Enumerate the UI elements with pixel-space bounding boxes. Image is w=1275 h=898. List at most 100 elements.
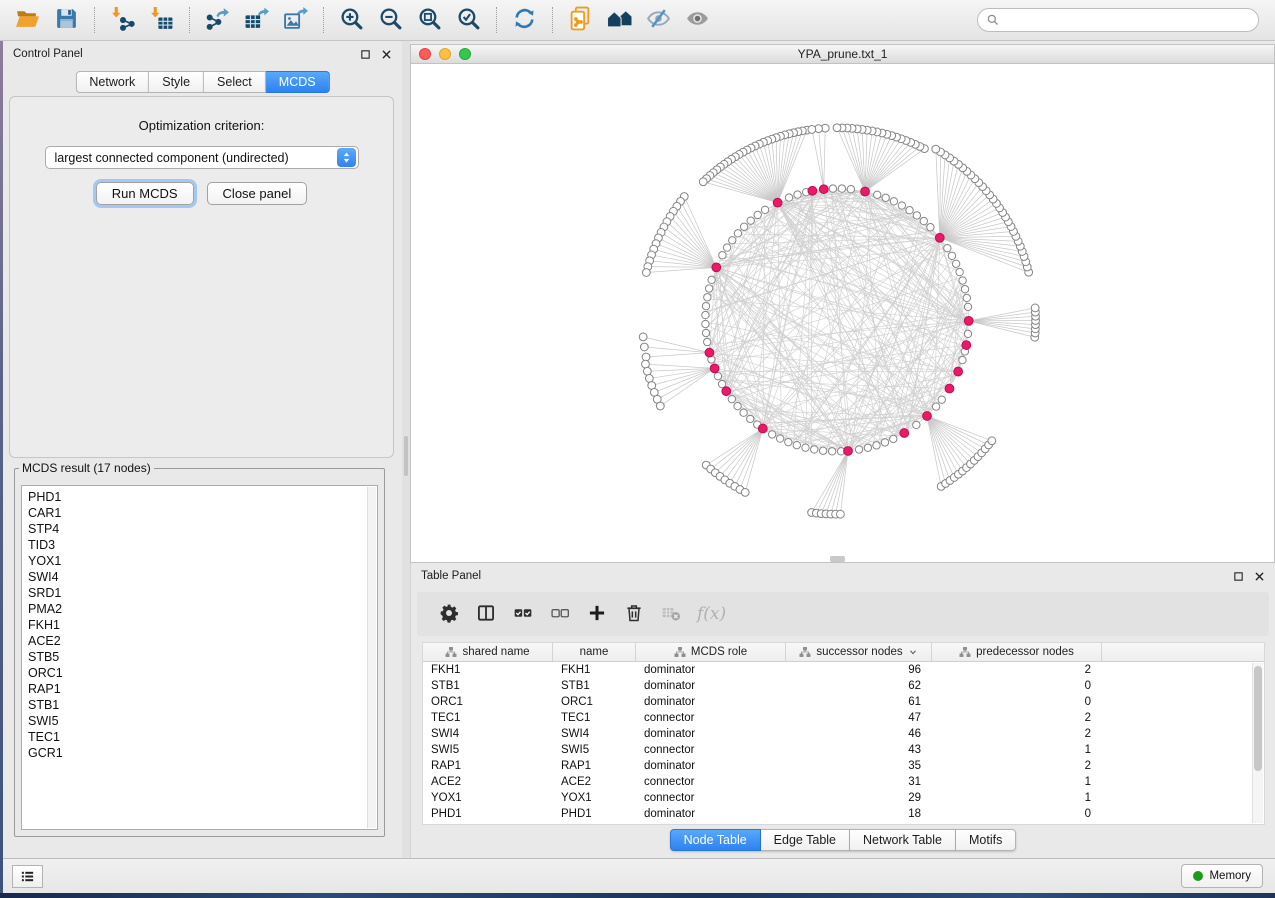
- export-table-button[interactable]: [237, 4, 276, 37]
- show-hidden-button[interactable]: [678, 4, 717, 37]
- panel-splitter[interactable]: [402, 41, 410, 858]
- delete-column-button[interactable]: [615, 596, 652, 632]
- cell-name: FKH1: [553, 664, 636, 676]
- search-input[interactable]: [1000, 10, 1258, 30]
- zoom-fit-button[interactable]: [410, 4, 449, 37]
- export-image-button[interactable]: [276, 4, 315, 37]
- show-column-panel-button[interactable]: [467, 596, 504, 632]
- close-window-icon[interactable]: [419, 48, 431, 60]
- column-header-predecessor-nodes[interactable]: predecessor nodes: [932, 643, 1102, 661]
- cell-successor-nodes: 61: [786, 696, 932, 708]
- splitter-grip[interactable]: [404, 436, 408, 476]
- import-network-button[interactable]: [103, 4, 142, 37]
- table-row[interactable]: RAP1RAP1dominator352: [423, 758, 1264, 774]
- cell-name: YOX1: [553, 792, 636, 804]
- import-network-icon: [110, 6, 135, 34]
- close-table-panel-icon[interactable]: [1254, 571, 1265, 582]
- tab-node-table[interactable]: Node Table: [670, 829, 761, 851]
- cell-mcds-role: dominator: [636, 728, 786, 740]
- mcds-result-item[interactable]: PHD1: [28, 489, 377, 505]
- first-neighbors-button[interactable]: [600, 4, 639, 37]
- mcds-list-scrollbar[interactable]: [367, 487, 376, 828]
- table-row[interactable]: YOX1YOX1connector291: [423, 790, 1264, 806]
- column-header-successor-nodes[interactable]: successor nodes: [786, 643, 932, 661]
- mcds-result-item[interactable]: TEC1: [28, 729, 377, 745]
- table-settings-button[interactable]: [430, 596, 467, 632]
- network-canvas[interactable]: [411, 64, 1274, 562]
- table-row[interactable]: ACE2ACE2connector311: [423, 774, 1264, 790]
- float-table-panel-icon[interactable]: [1233, 571, 1244, 582]
- table-toolbar: f(x): [417, 592, 1269, 636]
- mcds-result-item[interactable]: RAP1: [28, 681, 377, 697]
- table-row[interactable]: TEC1TEC1connector472: [423, 710, 1264, 726]
- mcds-result-item[interactable]: ACE2: [28, 633, 377, 649]
- export-image-icon: [283, 6, 308, 34]
- float-panel-icon[interactable]: [360, 49, 371, 60]
- mcds-result-item[interactable]: STB1: [28, 697, 377, 713]
- open-file-button[interactable]: [8, 4, 47, 37]
- save-icon: [54, 6, 79, 34]
- zoom-out-button[interactable]: [371, 4, 410, 37]
- mcds-result-item[interactable]: STP4: [28, 521, 377, 537]
- table-scrollbar-thumb[interactable]: [1254, 666, 1262, 771]
- mcds-result-item[interactable]: PMA2: [28, 601, 377, 617]
- memory-label: Memory: [1209, 870, 1251, 882]
- tab-mcds[interactable]: MCDS: [266, 71, 330, 93]
- zoom-out-icon: [378, 6, 403, 34]
- maximize-window-icon[interactable]: [459, 48, 471, 60]
- mcds-result-item[interactable]: SWI5: [28, 713, 377, 729]
- tab-network[interactable]: Network: [75, 71, 149, 93]
- mcds-result-item[interactable]: CAR1: [28, 505, 377, 521]
- table-row[interactable]: SWI5SWI5connector431: [423, 742, 1264, 758]
- mcds-result-list[interactable]: PHD1CAR1STP4TID3YOX1SWI4SRD1PMA2FKH1ACE2…: [21, 485, 378, 830]
- unselect-all-columns-button[interactable]: [541, 596, 578, 632]
- tab-motifs[interactable]: Motifs: [956, 829, 1016, 851]
- close-panel-button[interactable]: Close panel: [207, 182, 308, 205]
- mcds-result-item[interactable]: SWI4: [28, 569, 377, 585]
- refresh-button[interactable]: [505, 4, 544, 37]
- tab-edge-table[interactable]: Edge Table: [761, 829, 850, 851]
- column-header-mcds-role[interactable]: MCDS role: [636, 643, 786, 661]
- mcds-result-item[interactable]: STB5: [28, 649, 377, 665]
- tab-select[interactable]: Select: [204, 71, 266, 93]
- table-row[interactable]: SWI4SWI4dominator462: [423, 726, 1264, 742]
- zoom-selected-icon: [456, 6, 481, 34]
- tab-network-table[interactable]: Network Table: [850, 829, 956, 851]
- cell-name: RAP1: [553, 760, 636, 772]
- mcds-result-item[interactable]: ORC1: [28, 665, 377, 681]
- toolbar-separator: [189, 7, 190, 33]
- create-column-button[interactable]: [578, 596, 615, 632]
- import-table-button[interactable]: [142, 4, 181, 37]
- run-mcds-button[interactable]: Run MCDS: [96, 182, 194, 205]
- zoom-selected-button[interactable]: [449, 4, 488, 37]
- mcds-result-item[interactable]: TID3: [28, 537, 377, 553]
- clone-network-button[interactable]: [561, 4, 600, 37]
- hide-selected-button[interactable]: [639, 4, 678, 37]
- panel-menu-button[interactable]: [12, 865, 43, 888]
- minimize-window-icon[interactable]: [439, 48, 451, 60]
- table-scrollbar[interactable]: [1252, 663, 1263, 823]
- tab-style[interactable]: Style: [149, 71, 204, 93]
- table-row[interactable]: ORC1ORC1dominator610: [423, 694, 1264, 710]
- mcds-result-item[interactable]: FKH1: [28, 617, 377, 633]
- table-header-row: shared namenameMCDS rolesuccessor nodesp…: [423, 643, 1264, 662]
- table-row[interactable]: FKH1FKH1dominator962: [423, 662, 1264, 678]
- network-window-titlebar[interactable]: YPA_prune.txt_1: [411, 45, 1274, 64]
- table-row[interactable]: STB1STB1dominator620: [423, 678, 1264, 694]
- cell-predecessor-nodes: 2: [932, 728, 1102, 740]
- column-header-name[interactable]: name: [553, 643, 636, 661]
- node-table: shared namenameMCDS rolesuccessor nodesp…: [422, 642, 1265, 825]
- mcds-result-item[interactable]: SRD1: [28, 585, 377, 601]
- memory-button[interactable]: Memory: [1181, 864, 1263, 888]
- close-panel-icon[interactable]: [381, 49, 392, 60]
- mcds-result-item[interactable]: GCR1: [28, 745, 377, 761]
- export-network-button[interactable]: [198, 4, 237, 37]
- save-session-button[interactable]: [47, 4, 86, 37]
- mcds-result-item[interactable]: YOX1: [28, 553, 377, 569]
- table-row[interactable]: PHD1PHD1dominator180: [423, 806, 1264, 822]
- column-header-shared-name[interactable]: shared name: [423, 643, 553, 661]
- horizontal-splitter-grip[interactable]: [830, 556, 845, 562]
- select-all-columns-button[interactable]: [504, 596, 541, 632]
- zoom-in-button[interactable]: [332, 4, 371, 37]
- criterion-select[interactable]: largest connected component (undirected): [45, 146, 359, 169]
